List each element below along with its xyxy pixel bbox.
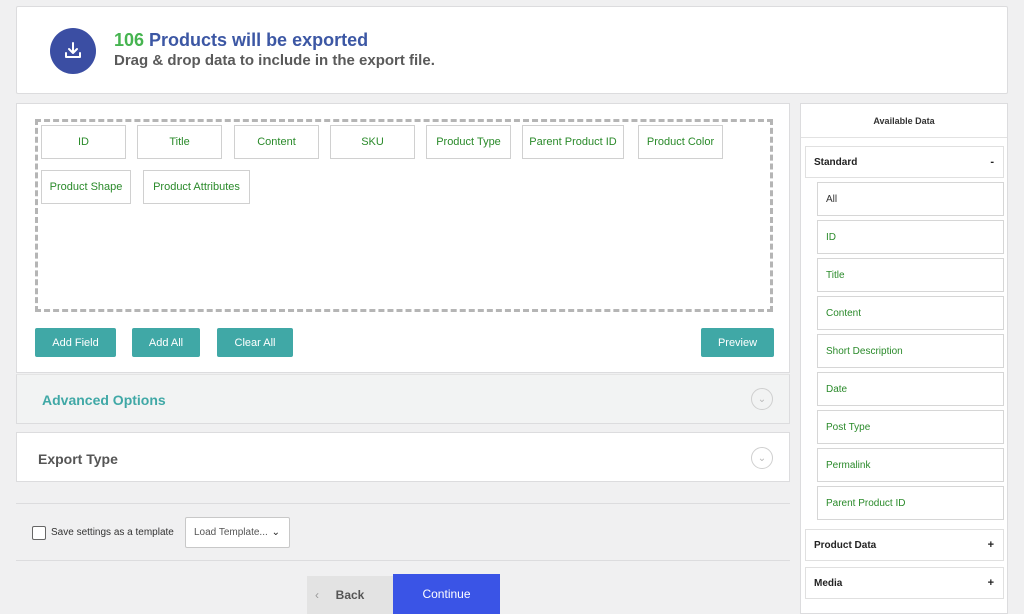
- section-product-data[interactable]: Product Data +: [805, 529, 1004, 561]
- selected-field-id[interactable]: ID: [41, 125, 126, 159]
- export-icon-circle: [50, 28, 96, 74]
- available-data-sidebar: Available Data Standard - All ID Title C…: [800, 103, 1008, 614]
- load-template-placeholder: Load Template...: [194, 527, 268, 538]
- advanced-options-panel[interactable]: Advanced Options ⌄: [16, 374, 790, 424]
- add-all-button[interactable]: Add All: [132, 328, 200, 357]
- save-template-checkbox[interactable]: [32, 526, 46, 540]
- add-field-button[interactable]: Add Field: [35, 328, 116, 357]
- arrow-left-icon: ‹: [315, 588, 319, 602]
- product-count: 106: [114, 30, 145, 50]
- selected-field-product-type[interactable]: Product Type: [426, 125, 511, 159]
- export-title-text: Products will be exported: [144, 30, 369, 50]
- selected-field-product-attributes[interactable]: Product Attributes: [143, 170, 250, 204]
- section-standard[interactable]: Standard -: [805, 146, 1004, 178]
- chevron-down-icon[interactable]: ⌄: [751, 388, 773, 410]
- back-button[interactable]: ‹ Back: [307, 576, 393, 614]
- clear-all-button[interactable]: Clear All: [217, 328, 293, 357]
- export-subtitle: Drag & drop data to include in the expor…: [114, 52, 435, 69]
- preview-button[interactable]: Preview: [701, 328, 774, 357]
- caret-down-icon: ⌄: [271, 527, 280, 538]
- field-selection-panel: ID Title Content SKU Product Type Parent…: [16, 103, 790, 373]
- available-field-content[interactable]: Content: [817, 296, 1004, 330]
- divider: [16, 503, 790, 504]
- continue-button[interactable]: Continue: [393, 574, 500, 614]
- available-field-id[interactable]: ID: [817, 220, 1004, 254]
- back-button-label: Back: [335, 588, 365, 602]
- divider: [16, 560, 790, 561]
- export-title: 106 Products will be exported: [114, 30, 368, 51]
- chevron-down-icon[interactable]: ⌄: [751, 447, 773, 469]
- available-field-permalink[interactable]: Permalink: [817, 448, 1004, 482]
- expand-icon: +: [987, 539, 994, 551]
- load-template-select[interactable]: Load Template... ⌄: [185, 517, 290, 548]
- selected-field-parent-product-id[interactable]: Parent Product ID: [522, 125, 624, 159]
- field-drop-zone[interactable]: ID Title Content SKU Product Type Parent…: [35, 119, 773, 312]
- advanced-options-label: Advanced Options: [42, 392, 166, 408]
- selected-field-title[interactable]: Title: [137, 125, 222, 159]
- available-field-post-type[interactable]: Post Type: [817, 410, 1004, 444]
- export-type-label: Export Type: [38, 451, 118, 467]
- download-tray-icon: [65, 42, 81, 58]
- save-template-label: Save settings as a template: [51, 527, 174, 538]
- available-field-date[interactable]: Date: [817, 372, 1004, 406]
- export-type-panel[interactable]: Export Type ⌄: [16, 432, 790, 482]
- expand-icon: +: [987, 577, 994, 589]
- available-field-parent-product-id[interactable]: Parent Product ID: [817, 486, 1004, 520]
- available-field-all[interactable]: All: [817, 182, 1004, 216]
- selected-field-sku[interactable]: SKU: [330, 125, 415, 159]
- section-product-data-label: Product Data: [814, 539, 877, 551]
- selected-field-product-color[interactable]: Product Color: [638, 125, 723, 159]
- available-data-title: Available Data: [801, 104, 1007, 138]
- section-standard-label: Standard: [814, 156, 858, 168]
- section-media[interactable]: Media +: [805, 567, 1004, 599]
- selected-field-content[interactable]: Content: [234, 125, 319, 159]
- available-field-short-description[interactable]: Short Description: [817, 334, 1004, 368]
- available-field-title[interactable]: Title: [817, 258, 1004, 292]
- selected-field-product-shape[interactable]: Product Shape: [41, 170, 131, 204]
- collapse-icon: -: [990, 156, 994, 168]
- export-summary-header: 106 Products will be exported Drag & dro…: [16, 6, 1008, 94]
- section-media-label: Media: [814, 577, 843, 589]
